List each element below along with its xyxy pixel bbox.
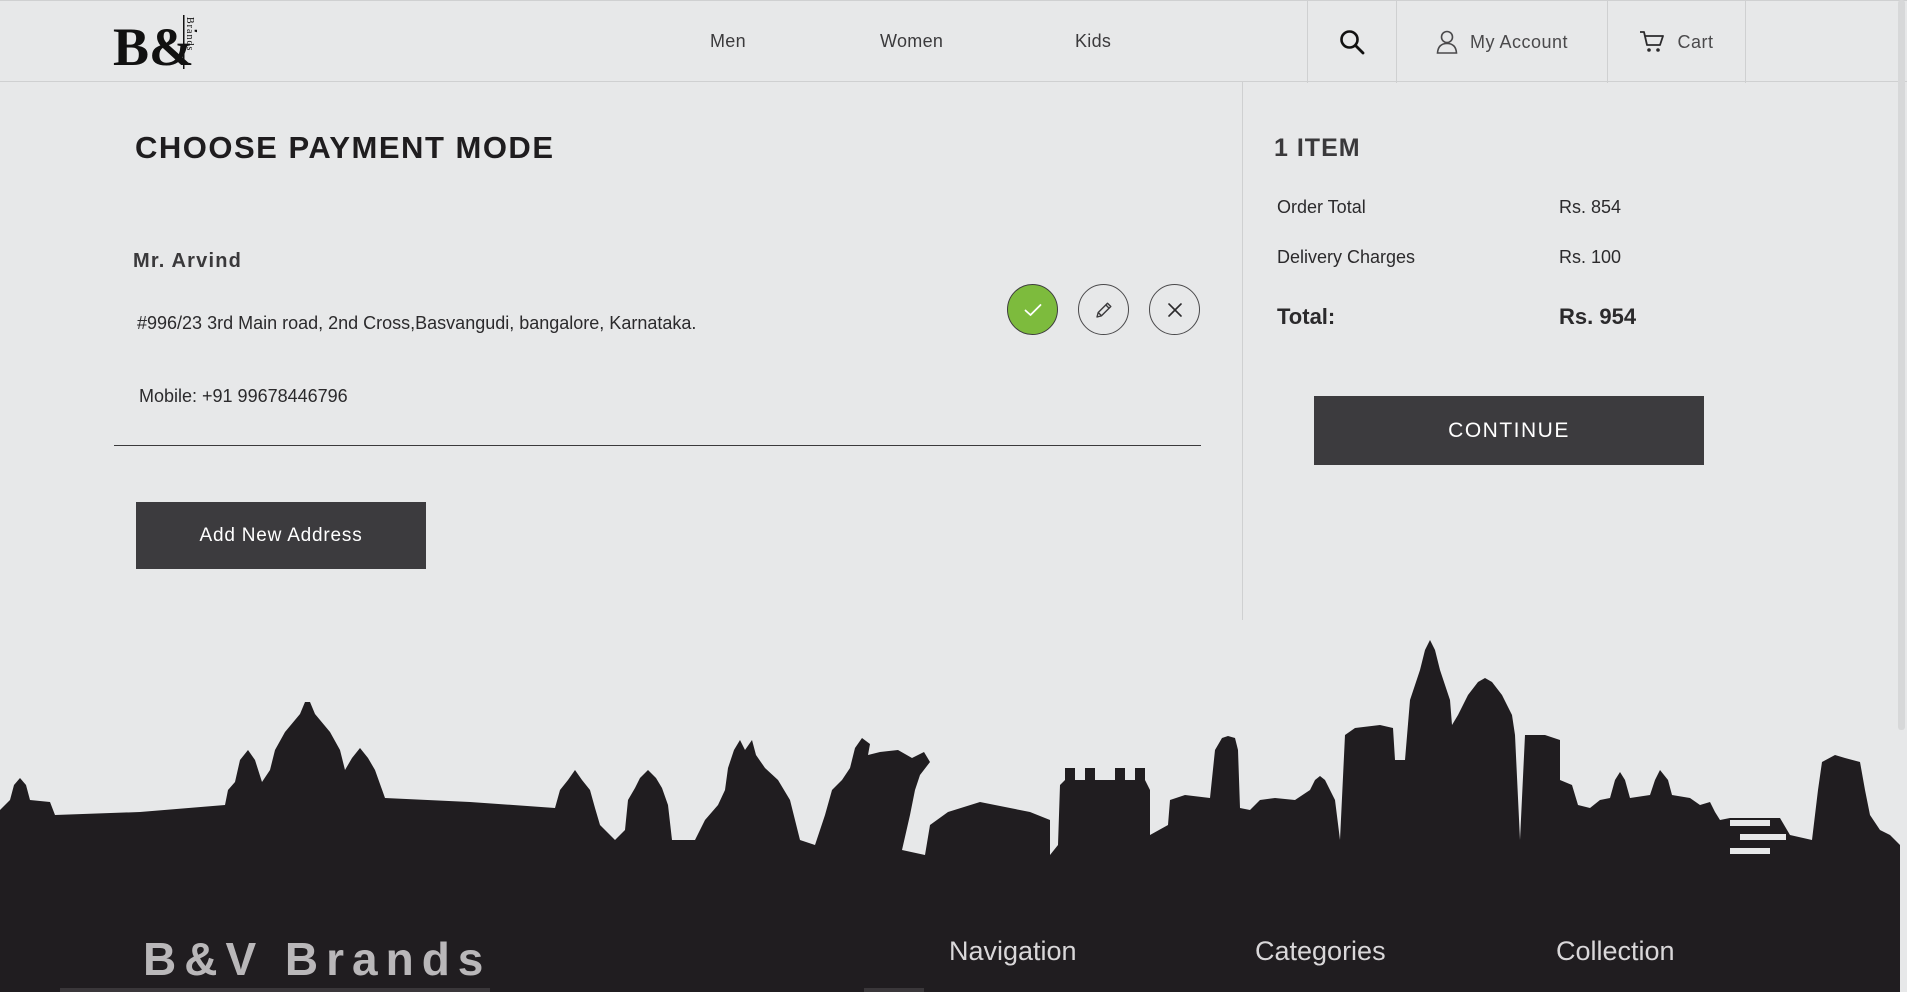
nav-kids[interactable]: Kids: [1075, 31, 1111, 52]
brand-logo[interactable]: B&V Brands: [113, 15, 197, 69]
nav-women[interactable]: Women: [880, 31, 943, 52]
my-account-label: My Account: [1469, 31, 1569, 52]
cart-icon: [1640, 31, 1665, 52]
address-name: Mr. Arvind: [133, 250, 243, 272]
search-button[interactable]: [1307, 1, 1396, 83]
delete-address-button[interactable]: [1149, 284, 1200, 335]
page-title: CHOOSE PAYMENT MODE: [135, 130, 555, 165]
pencil-icon: [1095, 302, 1111, 318]
items-count: 1 ITEM: [1274, 134, 1361, 162]
cart-button[interactable]: Cart: [1607, 1, 1746, 83]
nav-men[interactable]: Men: [710, 31, 746, 52]
site-header: B&V Brands Men Women Kids My Account Car…: [0, 0, 1907, 83]
logo-brands-text: Brands: [184, 17, 195, 51]
order-total-value: Rs. 854: [1559, 197, 1622, 217]
footer-underline: [60, 988, 490, 992]
search-icon: [1340, 30, 1365, 55]
continue-button[interactable]: CONTINUE: [1314, 396, 1704, 465]
address-line: #996/23 3rd Main road, 2nd Cross,Basvang…: [137, 313, 697, 333]
user-icon: [1436, 30, 1458, 54]
footer-brand: B&V Brands: [143, 933, 492, 985]
page-scrollbar[interactable]: [1896, 0, 1907, 730]
footer-heading-categories: Categories: [1255, 936, 1386, 966]
scrollbar-thumb[interactable]: [1898, 0, 1905, 730]
order-total-label: Order Total: [1277, 197, 1366, 217]
cart-label: Cart: [1677, 31, 1714, 52]
my-account-button[interactable]: My Account: [1396, 1, 1607, 83]
total-label: Total:: [1277, 304, 1336, 329]
pane-divider: [1242, 82, 1243, 620]
address-mobile: Mobile: +91 99678446796: [139, 386, 348, 406]
city-skyline-illustration: [0, 640, 1900, 895]
footer-heading-navigation: Navigation: [949, 936, 1077, 966]
total-value: Rs. 954: [1559, 304, 1637, 329]
footer-underline: [864, 988, 924, 992]
close-icon: [1167, 302, 1182, 317]
edit-address-button[interactable]: [1078, 284, 1129, 335]
delivery-charges-value: Rs. 100: [1559, 247, 1622, 267]
check-icon: [1024, 303, 1041, 316]
add-new-address-button[interactable]: Add New Address: [136, 502, 426, 569]
delivery-charges-label: Delivery Charges: [1277, 247, 1416, 267]
footer-heading-collection: Collection: [1556, 936, 1675, 966]
select-address-button[interactable]: [1007, 284, 1058, 335]
address-divider: [114, 445, 1201, 446]
